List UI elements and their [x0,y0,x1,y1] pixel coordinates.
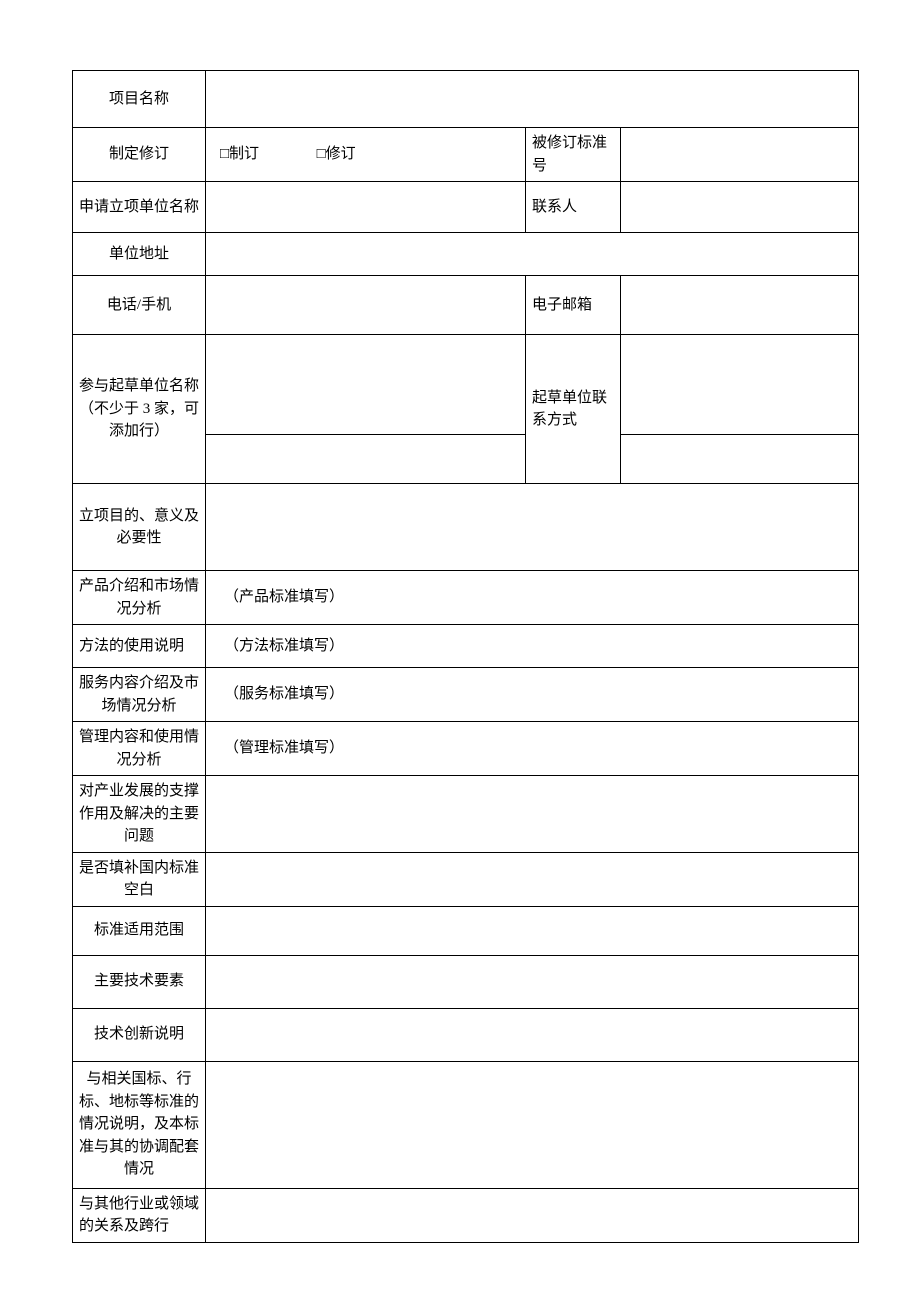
field-relation-std[interactable] [206,1061,859,1188]
field-scope[interactable] [206,906,859,955]
field-management[interactable]: （管理标准填写） [206,722,859,776]
field-tech-elements[interactable] [206,955,859,1008]
label-method: 方法的使用说明 [73,625,206,668]
field-project-name[interactable] [206,71,859,128]
field-drafter-name-1[interactable] [206,335,526,435]
field-drafter-contact-1[interactable] [621,335,859,435]
label-make-revise: 制定修订 [73,128,206,182]
label-email: 电子邮箱 [526,276,621,335]
label-drafters: 参与起草单位名称（不少于 3 家，可添加行） [73,335,206,484]
label-service: 服务内容介绍及市场情况分析 [73,668,206,722]
field-fill-gap[interactable] [206,852,859,906]
field-relation-industry[interactable] [206,1188,859,1242]
label-address: 单位地址 [73,233,206,276]
label-innovation: 技术创新说明 [73,1008,206,1061]
checkbox-make[interactable]: □制订 [220,146,259,162]
label-industry-support: 对产业发展的支撑作用及解决的主要问题 [73,776,206,853]
label-applicant: 申请立项单位名称 [73,182,206,233]
label-project-name: 项目名称 [73,71,206,128]
label-phone: 电话/手机 [73,276,206,335]
field-innovation[interactable] [206,1008,859,1061]
field-product[interactable]: （产品标准填写） [206,571,859,625]
checkbox-revise[interactable]: □修订 [317,146,356,162]
label-product: 产品介绍和市场情况分析 [73,571,206,625]
field-drafter-contact-2[interactable] [621,434,859,483]
field-purpose[interactable] [206,484,859,571]
label-relation-std: 与相关国标、行标、地标等标准的情况说明，及本标准与其的协调配套情况 [73,1061,206,1188]
form-table: 项目名称 制定修订 □制订 □修订 被修订标准号 申请立项单位名称 联系人 单位… [72,70,859,1243]
page: 项目名称 制定修订 □制订 □修订 被修订标准号 申请立项单位名称 联系人 单位… [0,0,920,1301]
field-applicant[interactable] [206,182,526,233]
label-purpose: 立项目的、意义及必要性 [73,484,206,571]
label-revised-std-no: 被修订标准号 [526,128,621,182]
label-drafter-contact: 起草单位联系方式 [526,335,621,484]
field-method[interactable]: （方法标准填写） [206,625,859,668]
field-phone[interactable] [206,276,526,335]
field-industry-support[interactable] [206,776,859,853]
label-fill-gap: 是否填补国内标准空白 [73,852,206,906]
label-tech-elements: 主要技术要素 [73,955,206,1008]
field-revised-std-no[interactable] [621,128,859,182]
field-contact[interactable] [621,182,859,233]
field-service[interactable]: （服务标准填写） [206,668,859,722]
field-email[interactable] [621,276,859,335]
field-address[interactable] [206,233,859,276]
label-scope: 标准适用范围 [73,906,206,955]
label-management: 管理内容和使用情况分析 [73,722,206,776]
field-drafter-name-2[interactable] [206,434,526,483]
field-make-revise[interactable]: □制订 □修订 [206,128,526,182]
label-relation-industry: 与其他行业或领域的关系及跨行 [73,1188,206,1242]
label-contact: 联系人 [526,182,621,233]
